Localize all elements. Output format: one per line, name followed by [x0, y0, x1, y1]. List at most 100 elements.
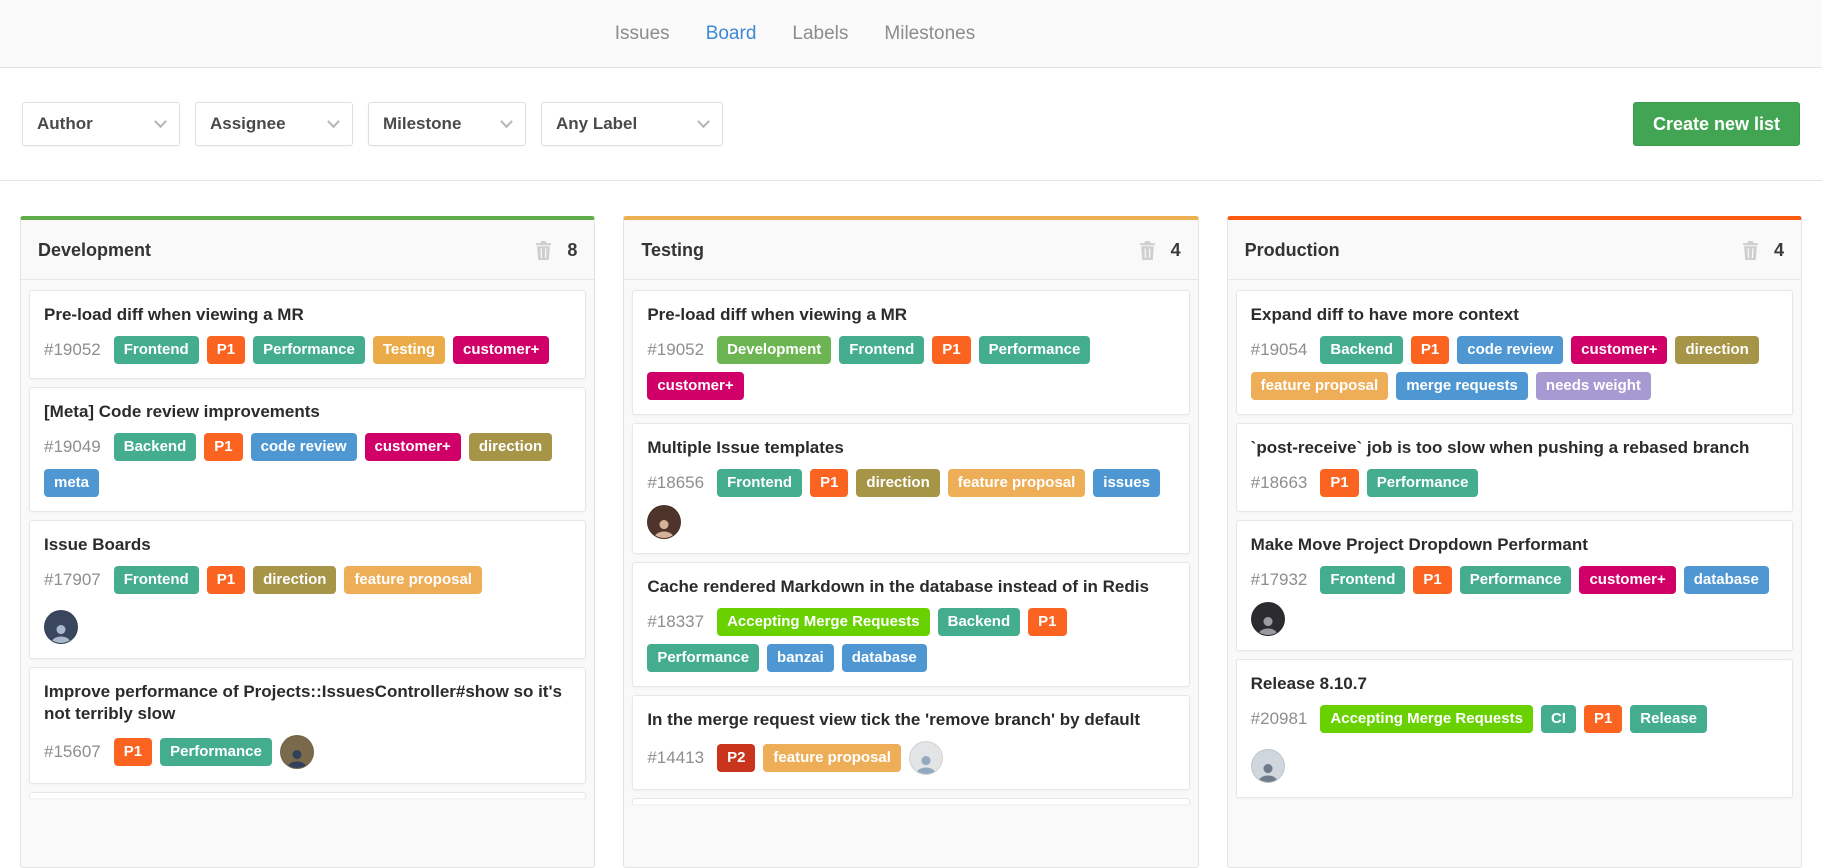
- label-pill[interactable]: P1: [1584, 705, 1622, 733]
- label-pill[interactable]: CI: [1541, 705, 1576, 733]
- label-pill[interactable]: feature proposal: [1251, 372, 1389, 400]
- delete-list-button[interactable]: [1139, 241, 1156, 260]
- project-nav: Issues Board Labels Milestones: [0, 0, 1822, 68]
- delete-list-button[interactable]: [535, 241, 552, 260]
- label-pill[interactable]: Frontend: [114, 566, 199, 594]
- milestone-dropdown[interactable]: Milestone: [368, 102, 526, 146]
- label-pill[interactable]: P1: [114, 738, 152, 766]
- label-pill[interactable]: P1: [1413, 566, 1451, 594]
- label-pill[interactable]: merge requests: [1396, 372, 1528, 400]
- label-pill[interactable]: direction: [1675, 336, 1758, 364]
- trash-icon: [1139, 241, 1156, 260]
- label-pill[interactable]: Performance: [1460, 566, 1572, 594]
- next-card-sliver: [632, 798, 1189, 804]
- label-pill[interactable]: Performance: [1367, 469, 1479, 497]
- delete-list-button[interactable]: [1742, 241, 1759, 260]
- author-dropdown[interactable]: Author: [22, 102, 180, 146]
- label-pill[interactable]: Frontend: [717, 469, 802, 497]
- label-pill[interactable]: database: [1684, 566, 1769, 594]
- label-pill[interactable]: customer+: [647, 372, 743, 400]
- nav-tab-labels[interactable]: Labels: [792, 23, 848, 45]
- issue-meta: #15607 P1 Performance: [44, 735, 571, 769]
- label-pill[interactable]: database: [842, 644, 927, 672]
- label-pill[interactable]: P1: [207, 336, 245, 364]
- issue-card[interactable]: Release 8.10.7 #20981 Accepting Merge Re…: [1236, 659, 1793, 798]
- label-pill[interactable]: customer+: [365, 433, 461, 461]
- label-pill[interactable]: customer+: [453, 336, 549, 364]
- label-dropdown-label: Any Label: [556, 114, 637, 134]
- column-header: Testing 4: [624, 220, 1197, 280]
- issue-card[interactable]: `post-receive` job is too slow when push…: [1236, 423, 1793, 512]
- nav-tab-board[interactable]: Board: [706, 23, 757, 45]
- chevron-down-icon: [500, 115, 513, 128]
- label-pill[interactable]: P1: [204, 433, 242, 461]
- label-pill[interactable]: P2: [717, 744, 755, 772]
- issue-card[interactable]: [Meta] Code review improvements #19049 B…: [29, 387, 586, 512]
- label-pill[interactable]: P1: [1028, 608, 1066, 636]
- assignee-dropdown[interactable]: Assignee: [195, 102, 353, 146]
- label-pill[interactable]: direction: [469, 433, 552, 461]
- issue-title: Make Move Project Dropdown Performant: [1251, 534, 1778, 556]
- label-pill[interactable]: Performance: [647, 644, 759, 672]
- issue-card[interactable]: Issue Boards #17907 Frontend P1 directio…: [29, 520, 586, 659]
- label-pill[interactable]: Performance: [253, 336, 365, 364]
- person-icon: [1255, 759, 1281, 783]
- label-pill[interactable]: banzai: [767, 644, 834, 672]
- assignee-dropdown-label: Assignee: [210, 114, 286, 134]
- label-pill[interactable]: Accepting Merge Requests: [1320, 705, 1533, 733]
- label-pill[interactable]: feature proposal: [763, 744, 901, 772]
- issue-card[interactable]: Make Move Project Dropdown Performant #1…: [1236, 520, 1793, 651]
- nav-tab-milestones[interactable]: Milestones: [884, 23, 975, 45]
- issue-card[interactable]: In the merge request view tick the 'remo…: [632, 695, 1189, 790]
- issue-title: Expand diff to have more context: [1251, 304, 1778, 326]
- issue-card[interactable]: Cache rendered Markdown in the database …: [632, 562, 1189, 687]
- person-icon: [913, 751, 939, 775]
- create-new-list-button[interactable]: Create new list: [1633, 102, 1800, 146]
- label-pill[interactable]: customer+: [1579, 566, 1675, 594]
- label-pill[interactable]: direction: [253, 566, 336, 594]
- label-pill[interactable]: Backend: [114, 433, 197, 461]
- label-pill[interactable]: needs weight: [1536, 372, 1651, 400]
- label-pill[interactable]: Development: [717, 336, 831, 364]
- label-pill[interactable]: P1: [207, 566, 245, 594]
- label-pill[interactable]: Frontend: [839, 336, 924, 364]
- label-pill[interactable]: P1: [1320, 469, 1358, 497]
- label-pill[interactable]: P1: [810, 469, 848, 497]
- label-pill[interactable]: Frontend: [1320, 566, 1405, 594]
- label-pill[interactable]: P1: [1411, 336, 1449, 364]
- issue-card[interactable]: Pre-load diff when viewing a MR #19052 F…: [29, 290, 586, 379]
- label-pill[interactable]: Accepting Merge Requests: [717, 608, 930, 636]
- issue-card[interactable]: Pre-load diff when viewing a MR #19052 D…: [632, 290, 1189, 415]
- label-pill[interactable]: Performance: [160, 738, 272, 766]
- label-pill[interactable]: customer+: [1571, 336, 1667, 364]
- label-pill[interactable]: Backend: [1320, 336, 1403, 364]
- label-pill[interactable]: direction: [856, 469, 939, 497]
- avatar[interactable]: [1251, 749, 1285, 783]
- label-pill[interactable]: code review: [251, 433, 357, 461]
- label-pill[interactable]: feature proposal: [344, 566, 482, 594]
- avatar[interactable]: [909, 741, 943, 775]
- label-pill[interactable]: code review: [1457, 336, 1563, 364]
- label-pill[interactable]: P1: [932, 336, 970, 364]
- label-pill[interactable]: Performance: [979, 336, 1091, 364]
- issue-card[interactable]: Expand diff to have more context #19054 …: [1236, 290, 1793, 415]
- chevron-down-icon: [327, 115, 340, 128]
- label-pill[interactable]: Testing: [373, 336, 445, 364]
- label-pill[interactable]: Backend: [938, 608, 1021, 636]
- issue-number: #19054: [1251, 340, 1308, 360]
- avatar[interactable]: [647, 505, 681, 539]
- label-pill[interactable]: Release: [1630, 705, 1707, 733]
- label-pill[interactable]: meta: [44, 469, 99, 497]
- label-pill[interactable]: issues: [1093, 469, 1160, 497]
- issue-number: #20981: [1251, 709, 1308, 729]
- avatar[interactable]: [1251, 602, 1285, 636]
- nav-tab-issues[interactable]: Issues: [615, 23, 670, 45]
- avatar[interactable]: [44, 610, 78, 644]
- issue-card[interactable]: Multiple Issue templates #18656 Frontend…: [632, 423, 1189, 554]
- label-dropdown[interactable]: Any Label: [541, 102, 723, 146]
- issue-card[interactable]: Improve performance of Projects::IssuesC…: [29, 667, 586, 784]
- label-pill[interactable]: Frontend: [114, 336, 199, 364]
- avatar[interactable]: [280, 735, 314, 769]
- label-pill[interactable]: feature proposal: [948, 469, 1086, 497]
- card-list: Pre-load diff when viewing a MR #19052 F…: [21, 280, 594, 867]
